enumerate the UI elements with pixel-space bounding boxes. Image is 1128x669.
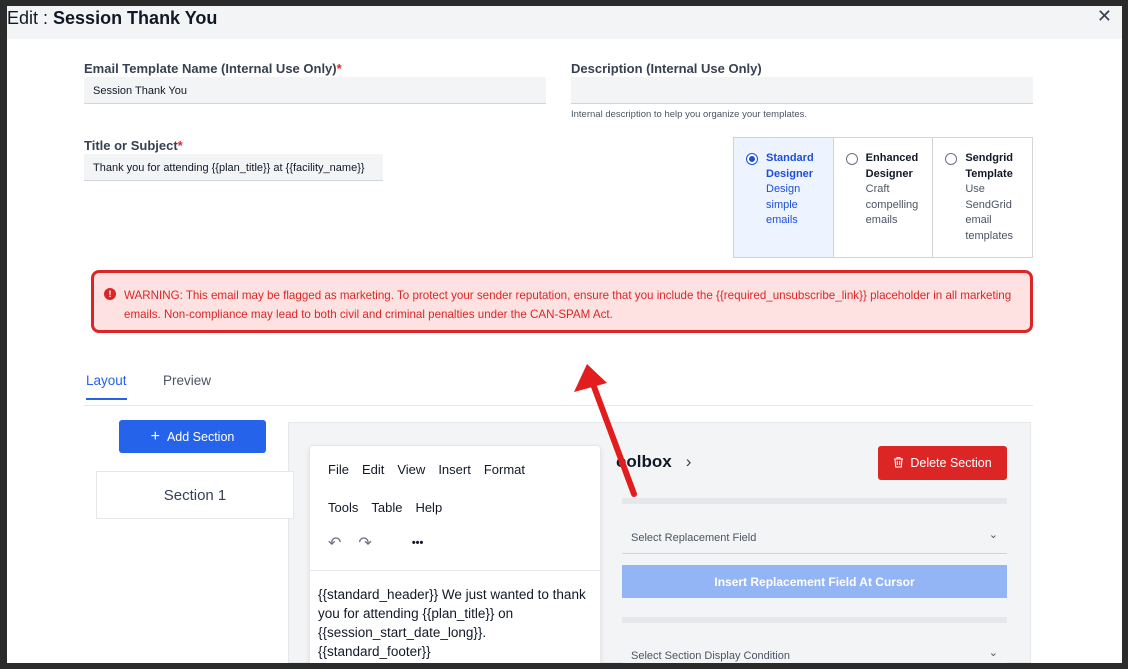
warning-text: WARNING: This email may be flagged as ma… xyxy=(124,289,1012,321)
trash-icon xyxy=(893,456,904,471)
template-name-input[interactable]: Session Thank You xyxy=(84,77,546,104)
dialog-title: Edit : Session Thank You xyxy=(7,8,217,29)
menu-tools[interactable]: Tools xyxy=(328,500,358,515)
template-name-label: Email Template Name (Internal Use Only)* xyxy=(84,61,342,76)
delete-section-button[interactable]: Delete Section xyxy=(878,446,1007,480)
marketing-warning-banner: ! WARNING: This email may be flagged as … xyxy=(91,270,1033,333)
menu-help[interactable]: Help xyxy=(415,500,442,515)
add-section-button[interactable]: + Add Section xyxy=(119,420,266,453)
description-hint: Internal description to help you organiz… xyxy=(571,109,808,120)
delete-section-label: Delete Section xyxy=(910,456,992,470)
description-input[interactable] xyxy=(571,77,1033,104)
replacement-field-select[interactable]: Select Replacement Field ⌄ xyxy=(622,523,1007,554)
divider xyxy=(622,498,1007,504)
designer-options: Standard Designer Design simple emails En… xyxy=(733,137,1034,258)
menu-edit[interactable]: Edit xyxy=(362,462,384,477)
option-desc: Design simple emails xyxy=(766,183,801,227)
option-title: Standard Designer xyxy=(766,152,814,180)
layout-workspace: + Add Section Section 1 File Edit View I… xyxy=(84,419,1122,663)
insert-replacement-field-button[interactable]: Insert Replacement Field At Cursor xyxy=(622,565,1007,598)
alert-icon: ! xyxy=(104,288,116,300)
radio-icon[interactable] xyxy=(845,153,858,165)
title-name: Session Thank You xyxy=(53,8,218,28)
divider xyxy=(622,617,1007,623)
chevron-down-icon: ⌄ xyxy=(988,647,998,659)
editor-toolbar: ↶ ↷ ••• xyxy=(328,533,423,553)
chevron-right-icon: › xyxy=(685,452,692,471)
option-title: Sendgrid Template xyxy=(965,152,1014,180)
editor-menubar: File Edit View Insert Format xyxy=(328,462,525,477)
replacement-field-placeholder: Select Replacement Field xyxy=(631,532,757,544)
section-list-item[interactable]: Section 1 xyxy=(96,471,294,519)
dialog-header: Edit : Session Thank You ✕ xyxy=(7,6,1122,39)
editor-content[interactable]: {{standard_header}} We just wanted to th… xyxy=(318,585,596,661)
editor-menubar-row2: Tools Table Help xyxy=(328,500,442,515)
toolbox-title-text: oolbox xyxy=(616,452,672,471)
rich-text-editor: File Edit View Insert Format Tools Table… xyxy=(309,445,601,663)
display-condition-placeholder: Select Section Display Condition xyxy=(631,650,790,662)
edit-template-dialog: Edit : Session Thank You ✕ Email Templat… xyxy=(7,6,1122,663)
subject-input[interactable]: Thank you for attending {{plan_title}} a… xyxy=(84,154,383,181)
add-section-label: Add Section xyxy=(166,429,235,444)
undo-icon[interactable]: ↶ xyxy=(328,533,341,553)
option-standard-designer[interactable]: Standard Designer Design simple emails xyxy=(733,137,834,258)
option-title: Enhanced Designer xyxy=(865,152,919,180)
radio-icon[interactable] xyxy=(945,153,958,165)
required-mark: * xyxy=(177,138,183,153)
title-prefix: Edit : xyxy=(7,8,54,28)
section-display-condition-select[interactable]: Select Section Display Condition ⌄ xyxy=(622,641,1007,663)
radio-selected-icon[interactable] xyxy=(746,153,758,165)
description-label: Description (Internal Use Only) xyxy=(571,61,762,76)
toolbox-title[interactable]: oolbox › xyxy=(616,452,691,472)
editor-divider xyxy=(310,570,600,571)
required-mark: * xyxy=(336,61,342,76)
tab-bar: Layout Preview xyxy=(84,366,1033,406)
close-icon[interactable]: ✕ xyxy=(1097,6,1112,27)
more-icon[interactable]: ••• xyxy=(412,537,424,549)
menu-table[interactable]: Table xyxy=(371,500,402,515)
tab-preview[interactable]: Preview xyxy=(163,373,211,398)
menu-format[interactable]: Format xyxy=(484,462,525,477)
option-desc: Craft compelling emails xyxy=(865,183,919,227)
option-sendgrid-template[interactable]: Sendgrid Template Use SendGrid email temp… xyxy=(933,137,1034,258)
menu-insert[interactable]: Insert xyxy=(438,462,471,477)
chevron-down-icon: ⌄ xyxy=(988,529,998,541)
menu-file[interactable]: File xyxy=(328,462,349,477)
plus-icon: + xyxy=(150,427,160,445)
tab-layout[interactable]: Layout xyxy=(86,373,127,400)
menu-view[interactable]: View xyxy=(397,462,425,477)
option-enhanced-designer[interactable]: Enhanced Designer Craft compelling emails xyxy=(833,137,934,258)
template-name-label-text: Email Template Name (Internal Use Only) xyxy=(84,61,337,76)
redo-icon[interactable]: ↷ xyxy=(358,533,371,553)
subject-label-text: Title or Subject xyxy=(84,138,178,153)
subject-label: Title or Subject* xyxy=(84,138,183,153)
option-desc: Use SendGrid email templates xyxy=(965,183,1014,242)
